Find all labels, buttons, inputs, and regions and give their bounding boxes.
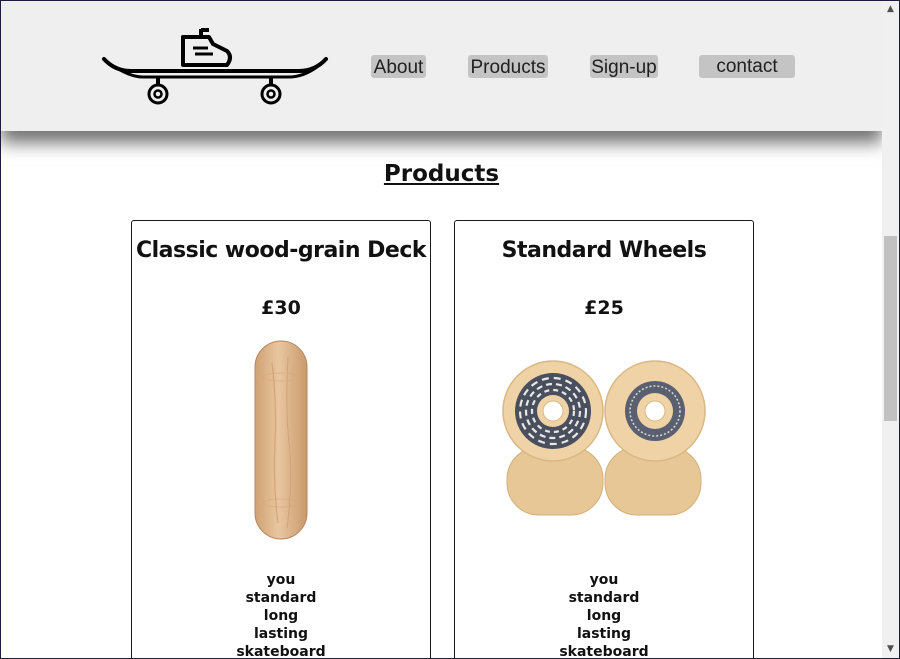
product-price: £25 bbox=[584, 297, 624, 319]
description-line: standard bbox=[245, 590, 317, 606]
nav-products-link[interactable]: Products bbox=[468, 55, 548, 78]
description-line: standard bbox=[568, 590, 640, 606]
product-card-deck[interactable]: Classic wood-grain Deck £30 you standard… bbox=[131, 220, 431, 658]
product-price: £30 bbox=[261, 297, 301, 319]
product-title: Standard Wheels bbox=[501, 238, 707, 263]
product-title: Classic wood-grain Deck bbox=[135, 238, 427, 263]
scrollbar-thumb[interactable] bbox=[884, 236, 897, 421]
description-line: skateboard bbox=[559, 644, 649, 658]
nav-contact-link[interactable]: contact bbox=[699, 55, 795, 78]
product-card-wheels[interactable]: Standard Wheels £25 you standard long la… bbox=[454, 220, 754, 658]
product-description: you standard long lasting skateboard bbox=[455, 571, 753, 658]
description-line: skateboard bbox=[236, 644, 326, 658]
scroll-down-arrow-icon[interactable]: ▼ bbox=[882, 641, 899, 658]
page-title: Products bbox=[383, 161, 500, 187]
skateboard-deck-image[interactable] bbox=[132, 333, 430, 543]
nav-about-link[interactable]: About bbox=[371, 55, 426, 78]
description-line: long bbox=[263, 608, 299, 624]
page-viewport: About Products Sign-up contact Products … bbox=[1, 1, 882, 658]
vertical-scrollbar[interactable]: ▲ ▼ bbox=[882, 1, 899, 658]
description-line: lasting bbox=[253, 626, 309, 642]
nav-signup-link[interactable]: Sign-up bbox=[590, 55, 658, 78]
browser-frame: About Products Sign-up contact Products … bbox=[0, 0, 900, 659]
description-line: you bbox=[266, 572, 296, 588]
scroll-up-arrow-icon[interactable]: ▲ bbox=[882, 1, 899, 18]
description-line: lasting bbox=[576, 626, 632, 642]
main-nav: About Products Sign-up contact bbox=[1, 55, 882, 79]
product-description: you standard long lasting skateboard bbox=[132, 571, 430, 658]
description-line: you bbox=[589, 572, 619, 588]
description-line: long bbox=[586, 608, 622, 624]
site-header: About Products Sign-up contact bbox=[1, 1, 882, 131]
skateboard-wheels-image[interactable] bbox=[455, 333, 753, 543]
